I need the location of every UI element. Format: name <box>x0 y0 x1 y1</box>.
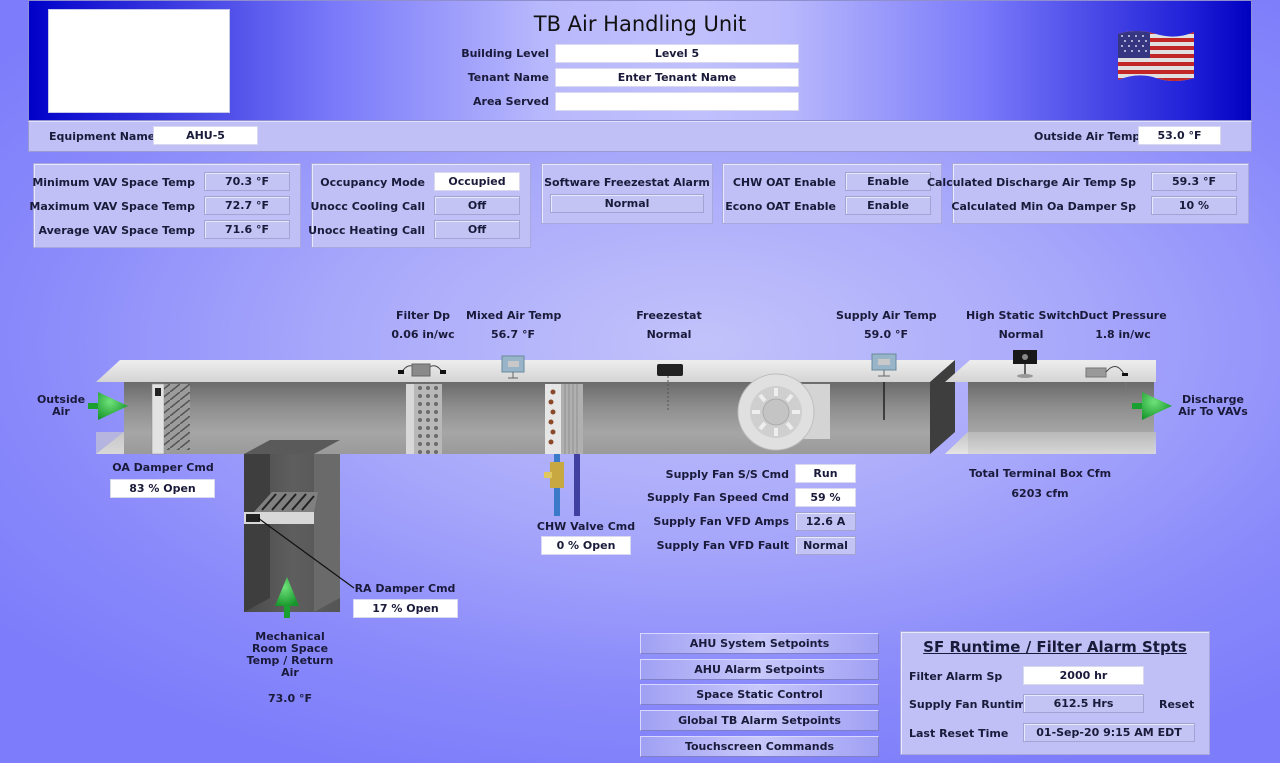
return-air-temp-value: 73.0 °F <box>268 692 312 705</box>
touchscreen-commands-button[interactable]: Touchscreen Commands <box>640 736 879 757</box>
return-air-duct <box>244 440 355 612</box>
supply-fan <box>737 373 830 451</box>
discharge-air-label-line2: Air To VAVs <box>1178 405 1248 418</box>
filter-dp-value: 0.06 in/wc <box>391 328 455 341</box>
chw-return-pipe <box>574 454 580 516</box>
total-terminal-box-cfm-value: 6203 cfm <box>1011 487 1069 500</box>
supply-fan-runtime-label: Supply Fan Runtime <box>909 698 1034 711</box>
sf-vfd-fault-value: Normal <box>795 536 856 555</box>
sf-vfd-fault-label: Supply Fan VFD Fault <box>656 539 789 552</box>
sf-runtime-title: SF Runtime / Filter Alarm Stpts <box>923 638 1187 656</box>
oa-damper <box>151 383 190 455</box>
return-air-label: Mechanical Room Space Temp / Return Air <box>240 631 340 679</box>
total-terminal-box-cfm-label: Total Terminal Box Cfm <box>968 467 1112 480</box>
duct-pressure-value: 1.8 in/wc <box>1095 328 1151 341</box>
mixed-air-temp-label: Mixed Air Temp <box>466 309 562 322</box>
sf-ss-cmd-field[interactable]: Run <box>795 464 856 483</box>
chw-valve <box>550 462 564 488</box>
discharge-air-label: Discharge Air To VAVs <box>1172 394 1254 418</box>
space-static-control-button[interactable]: Space Static Control <box>640 684 879 705</box>
filter <box>406 384 442 454</box>
outside-air-arrow-icon <box>88 392 128 420</box>
oa-damper-cmd-field[interactable]: 83 % Open <box>110 479 215 498</box>
freezestat-label: Freezestat <box>636 309 702 322</box>
sf-speed-cmd-field[interactable]: 59 % <box>795 488 856 507</box>
supply-air-temp-value: 59.0 °F <box>864 328 908 341</box>
high-static-switch-label: High Static Switch <box>966 309 1080 322</box>
outside-air-label: Outside Air <box>28 394 94 418</box>
sf-runtime-panel: SF Runtime / Filter Alarm Stpts Filter A… <box>900 631 1210 755</box>
reset-runtime-button[interactable]: Reset <box>1159 698 1194 711</box>
last-reset-time-label: Last Reset Time <box>909 727 1009 740</box>
supply-air-temp-label: Supply Air Temp <box>836 309 937 322</box>
duct-pressure-label: Duct Pressure <box>1079 309 1167 322</box>
sf-vfd-amps-label: Supply Fan VFD Amps <box>653 515 789 528</box>
oa-damper-cmd-label: OA Damper Cmd <box>112 461 214 474</box>
outside-air-label-line2: Air <box>52 405 70 418</box>
chw-coil <box>544 384 583 516</box>
supply-fan-runtime-value: 612.5 Hrs <box>1023 694 1144 713</box>
ahu-alarm-setpoints-button[interactable]: AHU Alarm Setpoints <box>640 659 879 680</box>
chw-valve-cmd-field[interactable]: 0 % Open <box>541 536 631 555</box>
freezestat-value: Normal <box>646 328 692 341</box>
sf-speed-cmd-label: Supply Fan Speed Cmd <box>646 491 789 504</box>
sf-ss-cmd-label: Supply Fan S/S Cmd <box>665 468 789 481</box>
mixed-air-temp-value: 56.7 °F <box>491 328 535 341</box>
filter-alarm-sp-label: Filter Alarm Sp <box>909 670 1003 683</box>
filter-dp-label: Filter Dp <box>395 309 451 322</box>
ra-damper-cmd-field[interactable]: 17 % Open <box>353 599 458 618</box>
return-air-label-line4: Air <box>281 666 299 679</box>
filter-alarm-sp-field[interactable]: 2000 hr <box>1023 666 1144 685</box>
high-static-switch-value: Normal <box>998 328 1044 341</box>
last-reset-time-value: 01-Sep-20 9:15 AM EDT <box>1023 723 1195 742</box>
sf-vfd-amps-value: 12.6 A <box>795 512 856 531</box>
global-tb-alarm-setpoints-button[interactable]: Global TB Alarm Setpoints <box>640 710 879 731</box>
ahu-system-setpoints-button[interactable]: AHU System Setpoints <box>640 633 879 654</box>
ra-damper-cmd-label: RA Damper Cmd <box>354 582 456 595</box>
chw-valve-cmd-label: CHW Valve Cmd <box>536 520 636 533</box>
